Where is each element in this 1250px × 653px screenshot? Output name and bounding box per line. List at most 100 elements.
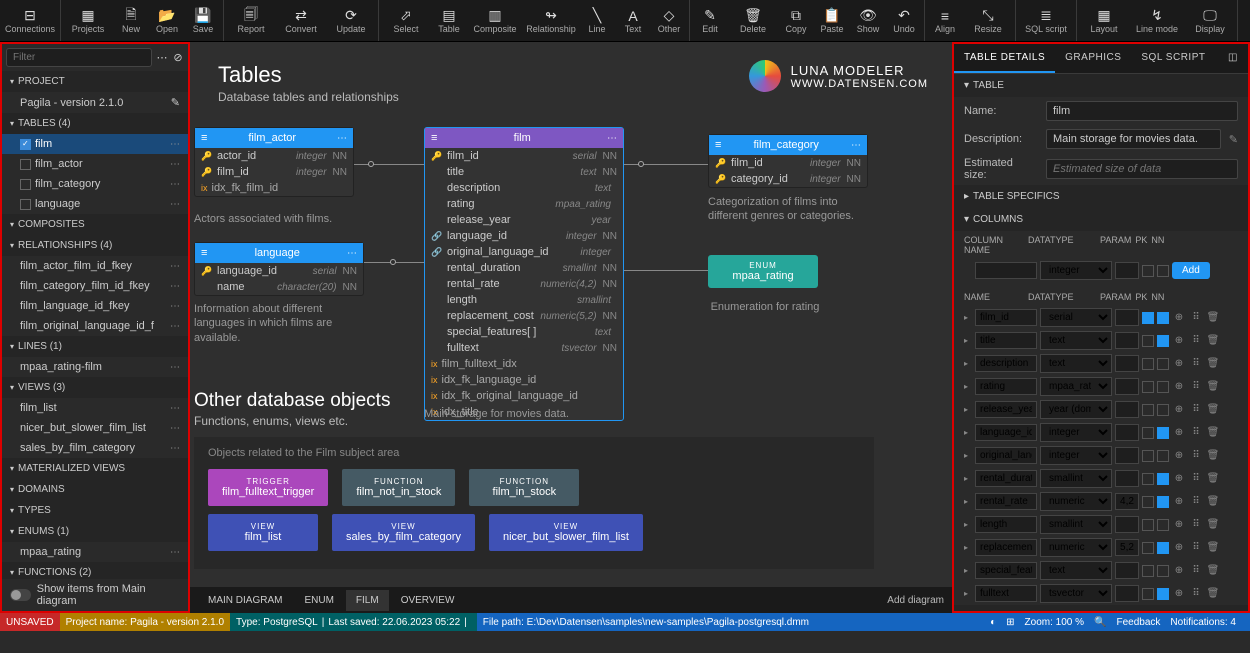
tree-item-project-name[interactable]: Pagila - version 2.1.0✎ bbox=[2, 92, 188, 113]
move-icon[interactable]: ⊕ bbox=[1172, 587, 1186, 601]
tree-section-lines[interactable]: ▾LINES (1) bbox=[2, 336, 188, 357]
column-type-select[interactable]: integer bbox=[1040, 423, 1112, 442]
move-icon[interactable]: ⊕ bbox=[1172, 311, 1186, 325]
column-pk-checkbox[interactable] bbox=[1142, 312, 1154, 324]
object-chip-view[interactable]: VIEWfilm_list bbox=[208, 514, 318, 551]
table-column-row[interactable]: rental_ratenumeric(4,2)NN bbox=[425, 276, 623, 292]
filter-menu-button[interactable]: ⋯ bbox=[156, 49, 168, 67]
projects-button[interactable]: ▦Projects bbox=[63, 0, 113, 41]
table-column-row[interactable]: special_features[ ]text bbox=[425, 324, 623, 340]
status-feedback[interactable]: Feedback bbox=[1116, 617, 1160, 628]
column-pk-checkbox[interactable] bbox=[1142, 588, 1154, 600]
move-icon[interactable]: ⊕ bbox=[1172, 334, 1186, 348]
tree-section-types[interactable]: ▾TYPES bbox=[2, 500, 188, 521]
trash-icon[interactable]: 🗑 bbox=[1206, 403, 1220, 417]
filter-input[interactable] bbox=[6, 48, 152, 67]
line-mode-button[interactable]: ↯Line mode bbox=[1129, 0, 1185, 41]
table-column-row[interactable]: 🔑film_idintegerNN bbox=[709, 155, 867, 171]
column-type-select[interactable]: smallint bbox=[1040, 515, 1112, 534]
sql-script-button[interactable]: ≣SQL script bbox=[1018, 0, 1074, 41]
tab-enum[interactable]: ENUM bbox=[294, 590, 343, 611]
canvas-area[interactable]: Tables Database tables and relationships… bbox=[190, 42, 952, 613]
column-name-input[interactable] bbox=[975, 539, 1037, 556]
column-nn-checkbox[interactable] bbox=[1157, 473, 1169, 485]
add-column-button[interactable]: Add bbox=[1172, 262, 1210, 279]
paste-button[interactable]: 📋Paste bbox=[814, 0, 850, 41]
drag-icon[interactable]: ⠿ bbox=[1189, 564, 1203, 578]
grid-icon[interactable]: ⊞ bbox=[1006, 617, 1014, 628]
trash-icon[interactable]: 🗑 bbox=[1206, 380, 1220, 394]
table-menu-icon[interactable]: ≡ bbox=[201, 132, 207, 144]
table-actions-icon[interactable]: ⋯ bbox=[337, 133, 347, 144]
trash-icon[interactable]: 🗑 bbox=[1206, 472, 1220, 486]
column-pk-checkbox[interactable] bbox=[1142, 565, 1154, 577]
tree-section-enums[interactable]: ▾ENUMS (1) bbox=[2, 521, 188, 542]
panel-tab-sql[interactable]: SQL SCRIPT bbox=[1131, 44, 1215, 73]
drag-icon[interactable]: ⠿ bbox=[1189, 426, 1203, 440]
column-nn-checkbox[interactable] bbox=[1157, 358, 1169, 370]
status-zoom[interactable]: Zoom: 100 % bbox=[1025, 617, 1084, 628]
column-pk-checkbox[interactable] bbox=[1142, 542, 1154, 554]
drag-icon[interactable]: ⠿ bbox=[1189, 449, 1203, 463]
copy-button[interactable]: ⧉Copy bbox=[778, 0, 814, 41]
delete-button[interactable]: 🗑Delete bbox=[728, 0, 778, 41]
column-param-input[interactable] bbox=[1115, 401, 1139, 418]
composite-button[interactable]: ▥Composite bbox=[467, 0, 523, 41]
table-column-row[interactable]: rental_durationsmallintNN bbox=[425, 260, 623, 276]
column-type-select[interactable]: numeric bbox=[1040, 492, 1112, 511]
column-nn-checkbox[interactable] bbox=[1157, 312, 1169, 324]
column-param-input[interactable] bbox=[1115, 470, 1139, 487]
object-chip-view[interactable]: VIEWsales_by_film_category bbox=[332, 514, 475, 551]
drag-icon[interactable]: ⠿ bbox=[1189, 357, 1203, 371]
line-button[interactable]: ╲Line bbox=[579, 0, 615, 41]
column-pk-checkbox[interactable] bbox=[1142, 404, 1154, 416]
trash-icon[interactable]: 🗑 bbox=[1206, 541, 1220, 555]
column-param-input[interactable] bbox=[1115, 516, 1139, 533]
column-param-input[interactable] bbox=[1115, 332, 1139, 349]
tree-item[interactable]: film_actor_film_id_fkey⋯ bbox=[2, 256, 188, 276]
theme-icon[interactable]: ◐ bbox=[990, 617, 996, 628]
trash-icon[interactable]: 🗑 bbox=[1206, 334, 1220, 348]
table-column-row[interactable]: fulltexttsvectorNN bbox=[425, 340, 623, 356]
align-button[interactable]: ≡Align bbox=[927, 0, 963, 41]
column-nn-checkbox[interactable] bbox=[1157, 496, 1169, 508]
add-diagram-button[interactable]: Add diagram bbox=[887, 595, 944, 606]
new-column-param-input[interactable] bbox=[1115, 262, 1139, 279]
convert-button[interactable]: ⇄Convert bbox=[276, 0, 326, 41]
tree-section-composites[interactable]: ▾COMPOSITES bbox=[2, 214, 188, 235]
column-type-select[interactable]: text bbox=[1040, 354, 1112, 373]
move-icon[interactable]: ⊕ bbox=[1172, 564, 1186, 578]
table-menu-icon[interactable]: ≡ bbox=[201, 247, 207, 259]
new-column-type-select[interactable]: integer bbox=[1040, 261, 1112, 280]
object-chip-trigger[interactable]: TRIGGERfilm_fulltext_trigger bbox=[208, 469, 328, 506]
tree-item[interactable]: film_category⋯ bbox=[2, 174, 188, 194]
move-icon[interactable]: ⊕ bbox=[1172, 518, 1186, 532]
new-column-name-input[interactable] bbox=[975, 262, 1037, 279]
column-nn-checkbox[interactable] bbox=[1157, 404, 1169, 416]
panel-tab-graphics[interactable]: GRAPHICS bbox=[1055, 44, 1131, 73]
tree-section-project[interactable]: ▾PROJECT bbox=[2, 71, 188, 92]
rp-section-specifics[interactable]: ▸TABLE SPECIFICS bbox=[954, 185, 1248, 208]
column-name-input[interactable] bbox=[975, 516, 1037, 533]
tree-section-matviews[interactable]: ▾MATERIALIZED VIEWS bbox=[2, 458, 188, 479]
table-desc-input[interactable] bbox=[1046, 129, 1221, 149]
table-column-row[interactable]: 🔑film_idintegerNN bbox=[195, 164, 353, 180]
trash-icon[interactable]: 🗑 bbox=[1206, 564, 1220, 578]
table-column-row[interactable]: 🔑film_idserialNN bbox=[425, 148, 623, 164]
column-name-input[interactable] bbox=[975, 355, 1037, 372]
column-pk-checkbox[interactable] bbox=[1142, 519, 1154, 531]
panel-tab-table-details[interactable]: TABLE DETAILS bbox=[954, 44, 1055, 73]
table-menu-icon[interactable]: ≡ bbox=[431, 132, 437, 144]
zoom-icon[interactable]: 🔍 bbox=[1094, 617, 1106, 628]
new-column-nn-checkbox[interactable] bbox=[1157, 265, 1169, 277]
table-card-language[interactable]: ≡language⋯ 🔑language_idserialNNnamechara… bbox=[194, 242, 364, 296]
table-column-row[interactable]: 🔑actor_idintegerNN bbox=[195, 148, 353, 164]
column-param-input[interactable] bbox=[1115, 309, 1139, 326]
new-column-pk-checkbox[interactable] bbox=[1142, 265, 1154, 277]
edit-button[interactable]: ✎Edit bbox=[692, 0, 728, 41]
trash-icon[interactable]: 🗑 bbox=[1206, 426, 1220, 440]
column-name-input[interactable] bbox=[975, 585, 1037, 602]
table-column-row[interactable]: 🔗original_language_idinteger bbox=[425, 244, 623, 260]
move-icon[interactable]: ⊕ bbox=[1172, 449, 1186, 463]
column-param-input[interactable] bbox=[1115, 493, 1139, 510]
